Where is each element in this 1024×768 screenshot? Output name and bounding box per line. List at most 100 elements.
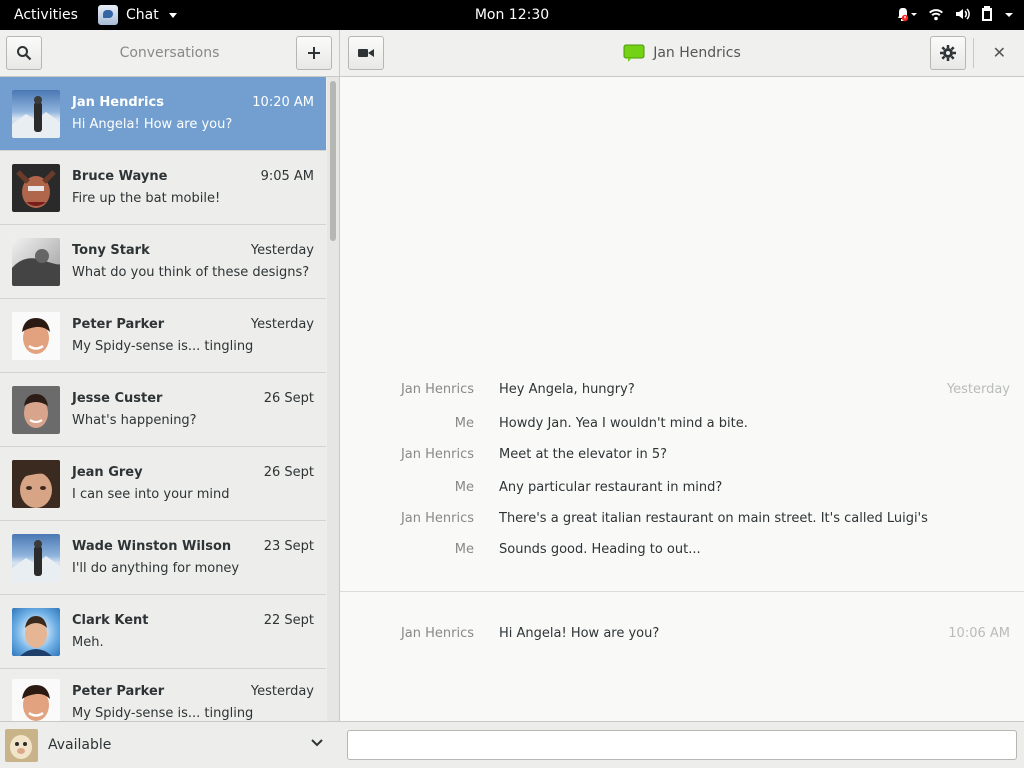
conversation-item[interactable]: Peter Parker Yesterday My Spidy-sense is…	[0, 299, 326, 373]
message-row: Jan Henrics There's a great italian rest…	[340, 511, 1024, 531]
message-text: Howdy Jan. Yea I wouldn't mind a bite.	[499, 416, 748, 431]
conversation-preview: I'll do anything for money	[72, 561, 240, 576]
message-text: Any particular restaurant in mind?	[499, 480, 723, 495]
avatar	[12, 312, 60, 360]
presence-selector[interactable]: Available	[0, 721, 340, 768]
volume-icon[interactable]	[954, 6, 970, 22]
add-conversation-button[interactable]	[296, 36, 332, 70]
conversation-time: Yesterday	[250, 317, 314, 332]
system-tray[interactable]	[896, 6, 1014, 22]
message-text: Sounds good. Heading to out...	[499, 542, 701, 557]
message-sender: Me	[454, 480, 474, 495]
message-text: There's a great italian restaurant on ma…	[499, 511, 928, 526]
conversation-item[interactable]: Bruce Wayne 9:05 AM Fire up the bat mobi…	[0, 151, 326, 225]
conversation-item[interactable]: Clark Kent 22 Sept Meh.	[0, 595, 326, 669]
message-sender: Jan Henrics	[400, 511, 474, 526]
chat-contact: Jan Hendrics	[340, 44, 1024, 62]
chat-app-icon	[98, 5, 118, 25]
message-row: Me Sounds good. Heading to out...	[340, 542, 1024, 562]
system-menu-icon[interactable]	[1004, 6, 1014, 22]
avatar	[12, 608, 60, 656]
close-icon[interactable]: ✕	[993, 43, 1006, 62]
message-row: Me Howdy Jan. Yea I wouldn't mind a bite…	[340, 416, 1024, 436]
chat-panel: Jan Hendrics ✕ Jan Henrics Hey Angela, h…	[340, 30, 1024, 768]
top-bar: Activities Chat Mon 12:30	[0, 0, 1024, 30]
header-divider	[973, 38, 974, 68]
conversation-time: 23 Sept	[263, 539, 314, 554]
avatar	[12, 386, 60, 434]
conversation-preview: Meh.	[72, 635, 104, 650]
conversation-item[interactable]: Jean Grey 26 Sept I can see into your mi…	[0, 447, 326, 521]
message-text: Hi Angela! How are you?	[499, 626, 660, 641]
contact-name: Wade Winston Wilson	[72, 539, 232, 554]
message-input[interactable]	[347, 730, 1017, 760]
conversations-panel: Conversations Jan Hendrics 10:20 AM Hi A…	[0, 30, 340, 768]
contact-name: Peter Parker	[72, 317, 165, 332]
wifi-icon[interactable]	[928, 6, 944, 22]
message-timestamp: Yesterday	[946, 382, 1010, 397]
app-menu[interactable]: Chat	[98, 5, 177, 25]
message-sender: Jan Henrics	[400, 447, 474, 462]
avatar	[12, 164, 60, 212]
contact-name: Peter Parker	[72, 684, 165, 699]
contact-name: Jesse Custer	[72, 391, 163, 406]
conversation-list[interactable]: Jan Hendrics 10:20 AM Hi Angela! How are…	[0, 77, 326, 721]
message-sender: Jan Henrics	[400, 382, 474, 397]
chat-header: Jan Hendrics ✕	[340, 30, 1024, 77]
avatar	[12, 679, 60, 721]
conversation-time: 22 Sept	[263, 613, 314, 628]
message-sender: Jan Henrics	[400, 626, 474, 641]
conversation-time: 10:20 AM	[252, 95, 314, 110]
gear-icon	[940, 45, 956, 61]
conversation-preview: I can see into your mind	[72, 487, 230, 502]
avatar	[12, 238, 60, 286]
message-text: Meet at the elevator in 5?	[499, 447, 668, 462]
conversation-preview: Fire up the bat mobile!	[72, 191, 221, 206]
scrollbar-thumb[interactable]	[330, 81, 336, 241]
conversation-time: 9:05 AM	[260, 169, 314, 184]
conversation-preview: My Spidy-sense is... tingling	[72, 706, 254, 721]
presence-status: Available	[48, 737, 112, 753]
chevron-down-icon	[168, 12, 177, 18]
conversation-preview: Hi Angela! How are you?	[72, 117, 233, 132]
conversation-time: Yesterday	[250, 243, 314, 258]
avatar	[12, 90, 60, 138]
message-text: Hey Angela, hungry?	[499, 382, 635, 397]
conversation-time: 26 Sept	[263, 465, 314, 480]
activities-button[interactable]: Activities	[14, 7, 78, 23]
clock[interactable]: Mon 12:30	[475, 7, 549, 23]
message-row: Jan Henrics Meet at the elevator in 5?	[340, 447, 1024, 467]
notification-warning-icon[interactable]	[896, 6, 918, 22]
contact-name: Bruce Wayne	[72, 169, 168, 184]
contact-name: Tony Stark	[72, 243, 150, 258]
search-button[interactable]	[6, 36, 42, 70]
conversation-scrollbar[interactable]	[327, 77, 339, 721]
avatar	[12, 460, 60, 508]
conversation-preview: What do you think of these designs?	[72, 265, 310, 280]
conversation-item[interactable]: Tony Stark Yesterday What do you think o…	[0, 225, 326, 299]
conversation-item[interactable]: Wade Winston Wilson 23 Sept I'll do anyt…	[0, 521, 326, 595]
chat-settings-button[interactable]	[930, 36, 966, 70]
message-group-separator	[340, 591, 1024, 592]
message-sender: Me	[454, 542, 474, 557]
user-avatar	[5, 729, 38, 762]
battery-icon[interactable]	[980, 6, 994, 22]
conversations-header: Conversations	[0, 30, 339, 77]
conversation-time: 26 Sept	[263, 391, 314, 406]
conversation-item[interactable]: Jesse Custer 26 Sept What's happening?	[0, 373, 326, 447]
message-row: Jan Henrics Hi Angela! How are you? 10:0…	[340, 626, 1024, 646]
panel-title: Conversations	[119, 45, 220, 61]
message-row: Jan Henrics Hey Angela, hungry? Yesterda…	[340, 382, 1024, 402]
conversation-item[interactable]: Peter Parker Yesterday My Spidy-sense is…	[0, 669, 326, 721]
chat-bubble-icon	[623, 44, 645, 62]
search-icon	[17, 46, 32, 61]
chevron-down-icon	[311, 739, 323, 747]
conversation-time: Yesterday	[250, 684, 314, 699]
conversation-item[interactable]: Jan Hendrics 10:20 AM Hi Angela! How are…	[0, 77, 326, 151]
plus-icon	[308, 47, 320, 59]
message-row: Me Any particular restaurant in mind?	[340, 480, 1024, 500]
chat-contact-name: Jan Hendrics	[653, 45, 741, 61]
contact-name: Jan Hendrics	[72, 95, 164, 110]
avatar	[12, 534, 60, 582]
contact-name: Jean Grey	[72, 465, 143, 480]
